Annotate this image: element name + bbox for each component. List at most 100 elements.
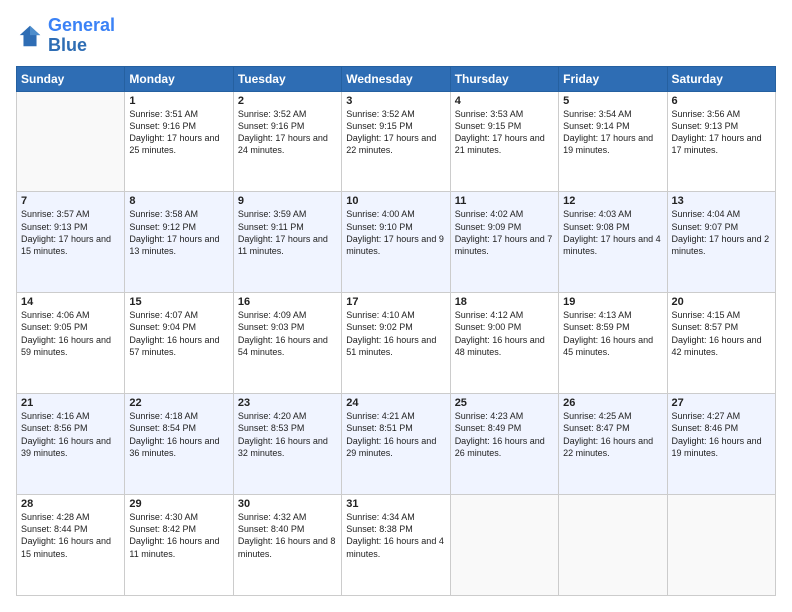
day-number: 24 bbox=[346, 397, 445, 409]
calendar-cell: 2Sunrise: 3:52 AM Sunset: 9:16 PM Daylig… bbox=[233, 91, 341, 192]
cell-info: Sunrise: 4:23 AM Sunset: 8:49 PM Dayligh… bbox=[455, 410, 554, 459]
cell-info: Sunrise: 4:00 AM Sunset: 9:10 PM Dayligh… bbox=[346, 208, 445, 257]
cell-info: Sunrise: 3:51 AM Sunset: 9:16 PM Dayligh… bbox=[129, 108, 228, 157]
day-number: 14 bbox=[21, 296, 120, 308]
day-number: 23 bbox=[238, 397, 337, 409]
calendar-cell: 1Sunrise: 3:51 AM Sunset: 9:16 PM Daylig… bbox=[125, 91, 233, 192]
day-number: 18 bbox=[455, 296, 554, 308]
cell-info: Sunrise: 4:18 AM Sunset: 8:54 PM Dayligh… bbox=[129, 410, 228, 459]
calendar-cell: 10Sunrise: 4:00 AM Sunset: 9:10 PM Dayli… bbox=[342, 192, 450, 293]
cell-info: Sunrise: 4:12 AM Sunset: 9:00 PM Dayligh… bbox=[455, 309, 554, 358]
calendar-cell: 11Sunrise: 4:02 AM Sunset: 9:09 PM Dayli… bbox=[450, 192, 558, 293]
calendar-cell: 15Sunrise: 4:07 AM Sunset: 9:04 PM Dayli… bbox=[125, 293, 233, 394]
calendar-cell bbox=[667, 495, 775, 596]
calendar-cell: 12Sunrise: 4:03 AM Sunset: 9:08 PM Dayli… bbox=[559, 192, 667, 293]
calendar-cell bbox=[559, 495, 667, 596]
calendar-week-row: 21Sunrise: 4:16 AM Sunset: 8:56 PM Dayli… bbox=[17, 394, 776, 495]
cell-info: Sunrise: 3:57 AM Sunset: 9:13 PM Dayligh… bbox=[21, 208, 120, 257]
day-number: 15 bbox=[129, 296, 228, 308]
cell-info: Sunrise: 4:28 AM Sunset: 8:44 PM Dayligh… bbox=[21, 511, 120, 560]
day-number: 9 bbox=[238, 195, 337, 207]
cell-info: Sunrise: 3:52 AM Sunset: 9:15 PM Dayligh… bbox=[346, 108, 445, 157]
calendar-header-row: SundayMondayTuesdayWednesdayThursdayFrid… bbox=[17, 66, 776, 91]
calendar-cell: 31Sunrise: 4:34 AM Sunset: 8:38 PM Dayli… bbox=[342, 495, 450, 596]
day-number: 29 bbox=[129, 498, 228, 510]
day-number: 11 bbox=[455, 195, 554, 207]
cell-info: Sunrise: 4:21 AM Sunset: 8:51 PM Dayligh… bbox=[346, 410, 445, 459]
calendar-cell: 28Sunrise: 4:28 AM Sunset: 8:44 PM Dayli… bbox=[17, 495, 125, 596]
day-number: 8 bbox=[129, 195, 228, 207]
cell-info: Sunrise: 4:07 AM Sunset: 9:04 PM Dayligh… bbox=[129, 309, 228, 358]
calendar-cell: 16Sunrise: 4:09 AM Sunset: 9:03 PM Dayli… bbox=[233, 293, 341, 394]
day-number: 6 bbox=[672, 95, 771, 107]
calendar-cell: 25Sunrise: 4:23 AM Sunset: 8:49 PM Dayli… bbox=[450, 394, 558, 495]
cell-info: Sunrise: 4:10 AM Sunset: 9:02 PM Dayligh… bbox=[346, 309, 445, 358]
day-number: 3 bbox=[346, 95, 445, 107]
day-of-week-header: Thursday bbox=[450, 66, 558, 91]
calendar-cell: 8Sunrise: 3:58 AM Sunset: 9:12 PM Daylig… bbox=[125, 192, 233, 293]
calendar-table: SundayMondayTuesdayWednesdayThursdayFrid… bbox=[16, 66, 776, 596]
cell-info: Sunrise: 4:32 AM Sunset: 8:40 PM Dayligh… bbox=[238, 511, 337, 560]
calendar-cell: 30Sunrise: 4:32 AM Sunset: 8:40 PM Dayli… bbox=[233, 495, 341, 596]
logo-text: General Blue bbox=[48, 16, 115, 56]
day-of-week-header: Friday bbox=[559, 66, 667, 91]
day-of-week-header: Wednesday bbox=[342, 66, 450, 91]
calendar-cell: 17Sunrise: 4:10 AM Sunset: 9:02 PM Dayli… bbox=[342, 293, 450, 394]
day-number: 5 bbox=[563, 95, 662, 107]
day-of-week-header: Monday bbox=[125, 66, 233, 91]
day-of-week-header: Saturday bbox=[667, 66, 775, 91]
cell-info: Sunrise: 4:09 AM Sunset: 9:03 PM Dayligh… bbox=[238, 309, 337, 358]
day-number: 2 bbox=[238, 95, 337, 107]
page: General Blue SundayMondayTuesdayWednesda… bbox=[0, 0, 792, 612]
cell-info: Sunrise: 3:58 AM Sunset: 9:12 PM Dayligh… bbox=[129, 208, 228, 257]
cell-info: Sunrise: 3:59 AM Sunset: 9:11 PM Dayligh… bbox=[238, 208, 337, 257]
calendar-cell: 22Sunrise: 4:18 AM Sunset: 8:54 PM Dayli… bbox=[125, 394, 233, 495]
calendar-cell: 27Sunrise: 4:27 AM Sunset: 8:46 PM Dayli… bbox=[667, 394, 775, 495]
calendar-cell: 29Sunrise: 4:30 AM Sunset: 8:42 PM Dayli… bbox=[125, 495, 233, 596]
cell-info: Sunrise: 4:13 AM Sunset: 8:59 PM Dayligh… bbox=[563, 309, 662, 358]
day-number: 13 bbox=[672, 195, 771, 207]
header: General Blue bbox=[16, 16, 776, 56]
day-number: 1 bbox=[129, 95, 228, 107]
calendar-cell: 9Sunrise: 3:59 AM Sunset: 9:11 PM Daylig… bbox=[233, 192, 341, 293]
cell-info: Sunrise: 4:16 AM Sunset: 8:56 PM Dayligh… bbox=[21, 410, 120, 459]
cell-info: Sunrise: 4:25 AM Sunset: 8:47 PM Dayligh… bbox=[563, 410, 662, 459]
calendar-cell: 24Sunrise: 4:21 AM Sunset: 8:51 PM Dayli… bbox=[342, 394, 450, 495]
cell-info: Sunrise: 4:20 AM Sunset: 8:53 PM Dayligh… bbox=[238, 410, 337, 459]
day-number: 12 bbox=[563, 195, 662, 207]
calendar-cell bbox=[17, 91, 125, 192]
day-number: 10 bbox=[346, 195, 445, 207]
cell-info: Sunrise: 4:34 AM Sunset: 8:38 PM Dayligh… bbox=[346, 511, 445, 560]
calendar-week-row: 1Sunrise: 3:51 AM Sunset: 9:16 PM Daylig… bbox=[17, 91, 776, 192]
calendar-cell: 4Sunrise: 3:53 AM Sunset: 9:15 PM Daylig… bbox=[450, 91, 558, 192]
calendar-cell: 5Sunrise: 3:54 AM Sunset: 9:14 PM Daylig… bbox=[559, 91, 667, 192]
calendar-cell: 26Sunrise: 4:25 AM Sunset: 8:47 PM Dayli… bbox=[559, 394, 667, 495]
logo-icon bbox=[16, 22, 44, 50]
day-number: 26 bbox=[563, 397, 662, 409]
calendar-cell: 18Sunrise: 4:12 AM Sunset: 9:00 PM Dayli… bbox=[450, 293, 558, 394]
day-number: 7 bbox=[21, 195, 120, 207]
cell-info: Sunrise: 4:04 AM Sunset: 9:07 PM Dayligh… bbox=[672, 208, 771, 257]
calendar-cell bbox=[450, 495, 558, 596]
cell-info: Sunrise: 4:27 AM Sunset: 8:46 PM Dayligh… bbox=[672, 410, 771, 459]
day-number: 30 bbox=[238, 498, 337, 510]
day-number: 27 bbox=[672, 397, 771, 409]
day-number: 25 bbox=[455, 397, 554, 409]
day-number: 4 bbox=[455, 95, 554, 107]
logo: General Blue bbox=[16, 16, 115, 56]
calendar-cell: 23Sunrise: 4:20 AM Sunset: 8:53 PM Dayli… bbox=[233, 394, 341, 495]
cell-info: Sunrise: 4:30 AM Sunset: 8:42 PM Dayligh… bbox=[129, 511, 228, 560]
cell-info: Sunrise: 3:53 AM Sunset: 9:15 PM Dayligh… bbox=[455, 108, 554, 157]
cell-info: Sunrise: 3:52 AM Sunset: 9:16 PM Dayligh… bbox=[238, 108, 337, 157]
day-of-week-header: Tuesday bbox=[233, 66, 341, 91]
calendar-cell: 14Sunrise: 4:06 AM Sunset: 9:05 PM Dayli… bbox=[17, 293, 125, 394]
day-number: 20 bbox=[672, 296, 771, 308]
day-number: 19 bbox=[563, 296, 662, 308]
calendar-week-row: 28Sunrise: 4:28 AM Sunset: 8:44 PM Dayli… bbox=[17, 495, 776, 596]
calendar-cell: 13Sunrise: 4:04 AM Sunset: 9:07 PM Dayli… bbox=[667, 192, 775, 293]
calendar-cell: 19Sunrise: 4:13 AM Sunset: 8:59 PM Dayli… bbox=[559, 293, 667, 394]
calendar-cell: 20Sunrise: 4:15 AM Sunset: 8:57 PM Dayli… bbox=[667, 293, 775, 394]
calendar-week-row: 7Sunrise: 3:57 AM Sunset: 9:13 PM Daylig… bbox=[17, 192, 776, 293]
day-number: 28 bbox=[21, 498, 120, 510]
day-number: 17 bbox=[346, 296, 445, 308]
